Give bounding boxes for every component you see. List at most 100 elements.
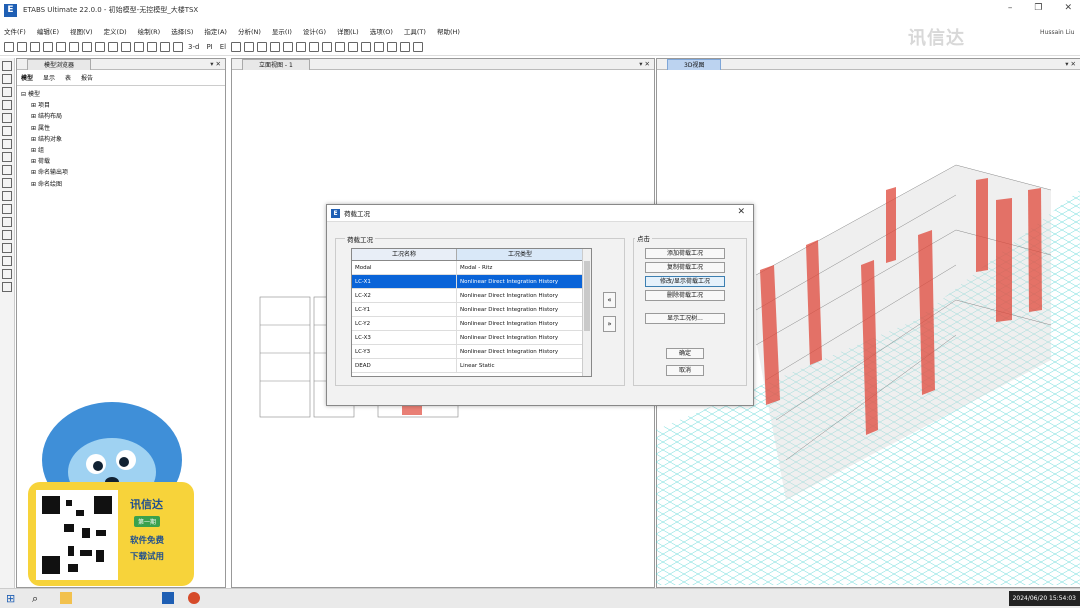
tree-item-loads[interactable]: ⊞ 荷载 bbox=[21, 156, 221, 167]
draw-column-icon[interactable] bbox=[361, 42, 372, 52]
add-case-button[interactable]: 添加荷载工况 bbox=[645, 248, 725, 259]
elevation-view-button[interactable]: El bbox=[220, 43, 226, 51]
model-browser-tab[interactable]: 模型浏览器 bbox=[27, 59, 92, 70]
draw-line-icon[interactable] bbox=[2, 87, 12, 97]
pointer-icon[interactable] bbox=[2, 61, 12, 71]
pane-close-icon[interactable]: ✕ bbox=[216, 60, 221, 68]
draw-opening-icon[interactable] bbox=[2, 178, 12, 188]
menu-tools[interactable]: 工具(T) bbox=[404, 26, 426, 36]
search-icon[interactable]: ⌕ bbox=[32, 592, 38, 606]
draw-brace-tool-icon[interactable] bbox=[2, 100, 12, 110]
open-icon[interactable] bbox=[17, 42, 27, 52]
cancel-button[interactable]: 取消 bbox=[666, 365, 704, 376]
menu-assign[interactable]: 指定(A) bbox=[204, 26, 227, 36]
powerpoint-taskbar-icon[interactable] bbox=[188, 592, 200, 604]
zoom-window-icon[interactable] bbox=[108, 42, 118, 52]
table-row[interactable]: DEAD Linear Static bbox=[352, 359, 591, 373]
menu-analyze[interactable]: 分析(N) bbox=[238, 26, 261, 36]
draw-section-cut-icon[interactable] bbox=[2, 243, 12, 253]
table-row[interactable]: LC-X2 Nonlinear Direct Integration Histor… bbox=[352, 289, 591, 303]
dialog-close-icon[interactable]: ✕ bbox=[737, 207, 745, 217]
pane-close-icon[interactable]: ✕ bbox=[645, 60, 650, 68]
tree-item-groups[interactable]: ⊞ 组 bbox=[21, 145, 221, 156]
table-row[interactable]: LC-Y3 Nonlinear Direct Integration Histor… bbox=[352, 345, 591, 359]
draw-brace-icon[interactable] bbox=[387, 42, 398, 52]
table-row-selected[interactable]: LC-X1 Nonlinear Direct Integration Histor… bbox=[352, 275, 591, 289]
rotate-icon[interactable] bbox=[173, 42, 183, 52]
snap-icon[interactable] bbox=[2, 269, 12, 279]
draw-beam-icon[interactable] bbox=[374, 42, 385, 52]
pane-menu-icon[interactable]: ▾ bbox=[210, 60, 213, 68]
file-explorer-icon[interactable] bbox=[60, 592, 72, 604]
restore-icon[interactable]: ❐ bbox=[1034, 3, 1042, 13]
table-row[interactable]: LC-Y1 Nonlinear Direct Integration Histor… bbox=[352, 303, 591, 317]
perspective-icon[interactable] bbox=[231, 42, 242, 52]
col-header-name[interactable]: 工况名称 bbox=[352, 249, 457, 260]
select-all-icon[interactable] bbox=[283, 42, 294, 52]
reshape-icon[interactable] bbox=[2, 74, 12, 84]
menu-define[interactable]: 定义(D) bbox=[104, 26, 127, 36]
menu-design[interactable]: 设计(G) bbox=[303, 26, 326, 36]
object-shrink-icon[interactable] bbox=[309, 42, 320, 52]
table-row[interactable]: LC-Y2 Nonlinear Direct Integration Histor… bbox=[352, 317, 591, 331]
menu-edit[interactable]: 编辑(E) bbox=[37, 26, 59, 36]
tree-item-layout[interactable]: ⊞ 结构布局 bbox=[21, 111, 221, 122]
windows-start-icon[interactable]: ⊞ bbox=[6, 592, 15, 605]
grid-icon[interactable] bbox=[400, 42, 411, 52]
draw-wall-tool-icon[interactable] bbox=[2, 139, 12, 149]
draw-grid-icon[interactable] bbox=[2, 256, 12, 266]
draw-slab-icon[interactable] bbox=[348, 42, 359, 52]
scrollbar-thumb[interactable] bbox=[584, 261, 590, 331]
plan-view-button[interactable]: PI bbox=[206, 43, 212, 51]
draw-tendon-icon[interactable] bbox=[2, 204, 12, 214]
save-icon[interactable] bbox=[30, 42, 40, 52]
view-3d-button[interactable]: 3-d bbox=[188, 43, 199, 51]
modify-show-case-button[interactable]: 修改/显示荷载工况 bbox=[645, 276, 725, 287]
copy-case-button[interactable]: 复制荷载工况 bbox=[645, 262, 725, 273]
move-down-icon[interactable] bbox=[257, 42, 268, 52]
table-scrollbar[interactable] bbox=[582, 249, 591, 376]
draw-link-icon[interactable] bbox=[2, 191, 12, 201]
zoom-all-icon[interactable] bbox=[147, 42, 157, 52]
delete-case-button[interactable]: 删除荷载工况 bbox=[645, 290, 725, 301]
col-header-type[interactable]: 工况类型 bbox=[457, 249, 583, 260]
deselect-icon[interactable] bbox=[296, 42, 307, 52]
tree-item-named-plots[interactable]: ⊞ 命名绘图 bbox=[21, 179, 221, 190]
menu-options[interactable]: 选项(O) bbox=[370, 26, 393, 36]
tab-reports[interactable]: 报告 bbox=[81, 73, 93, 82]
tree-item-properties[interactable]: ⊞ 属性 bbox=[21, 123, 221, 134]
zoom-in-icon[interactable] bbox=[121, 42, 131, 52]
zoom-out-icon[interactable] bbox=[134, 42, 144, 52]
table-row[interactable]: Modal Modal - Ritz bbox=[352, 261, 591, 275]
lock-icon[interactable] bbox=[82, 42, 92, 52]
menu-view[interactable]: 视图(V) bbox=[70, 26, 93, 36]
move-down-button[interactable]: » bbox=[603, 316, 616, 332]
draw-beam-tool-icon[interactable] bbox=[2, 126, 12, 136]
menu-select[interactable]: 选择(S) bbox=[171, 26, 193, 36]
table-row[interactable]: LC-X3 Nonlinear Direct Integration Histor… bbox=[352, 331, 591, 345]
draw-reference-icon[interactable] bbox=[2, 230, 12, 240]
pane-menu-icon[interactable]: ▾ bbox=[1065, 60, 1068, 68]
elevation-view-tab[interactable]: 立面视图 - 1 bbox=[242, 59, 310, 70]
pane-menu-icon[interactable]: ▾ bbox=[639, 60, 642, 68]
tree-item-named-output[interactable]: ⊞ 命名输出项 bbox=[21, 167, 221, 178]
tab-display[interactable]: 显示 bbox=[43, 73, 55, 82]
minimize-icon[interactable]: – bbox=[1008, 3, 1013, 13]
menu-display[interactable]: 显示(I) bbox=[272, 26, 292, 36]
new-icon[interactable] bbox=[4, 42, 14, 52]
restraint-icon[interactable] bbox=[413, 42, 424, 52]
display-options-icon[interactable] bbox=[270, 42, 281, 52]
draw-wall-icon[interactable] bbox=[335, 42, 346, 52]
menu-draw[interactable]: 绘制(R) bbox=[138, 26, 161, 36]
pencil-icon[interactable] bbox=[69, 42, 79, 52]
tab-model[interactable]: 模型 bbox=[21, 73, 33, 82]
undo-icon[interactable] bbox=[43, 42, 53, 52]
snap-end-icon[interactable] bbox=[2, 282, 12, 292]
menu-detailing[interactable]: 详图(L) bbox=[337, 26, 359, 36]
run-icon[interactable] bbox=[95, 42, 105, 52]
draw-slab-tool-icon[interactable] bbox=[2, 152, 12, 162]
pane-close-icon[interactable]: ✕ bbox=[1071, 60, 1076, 68]
tree-root[interactable]: ⊟ 模型 bbox=[21, 89, 221, 100]
3d-view-tab[interactable]: 3D视图 bbox=[667, 59, 722, 70]
menu-help[interactable]: 帮助(H) bbox=[437, 26, 460, 36]
